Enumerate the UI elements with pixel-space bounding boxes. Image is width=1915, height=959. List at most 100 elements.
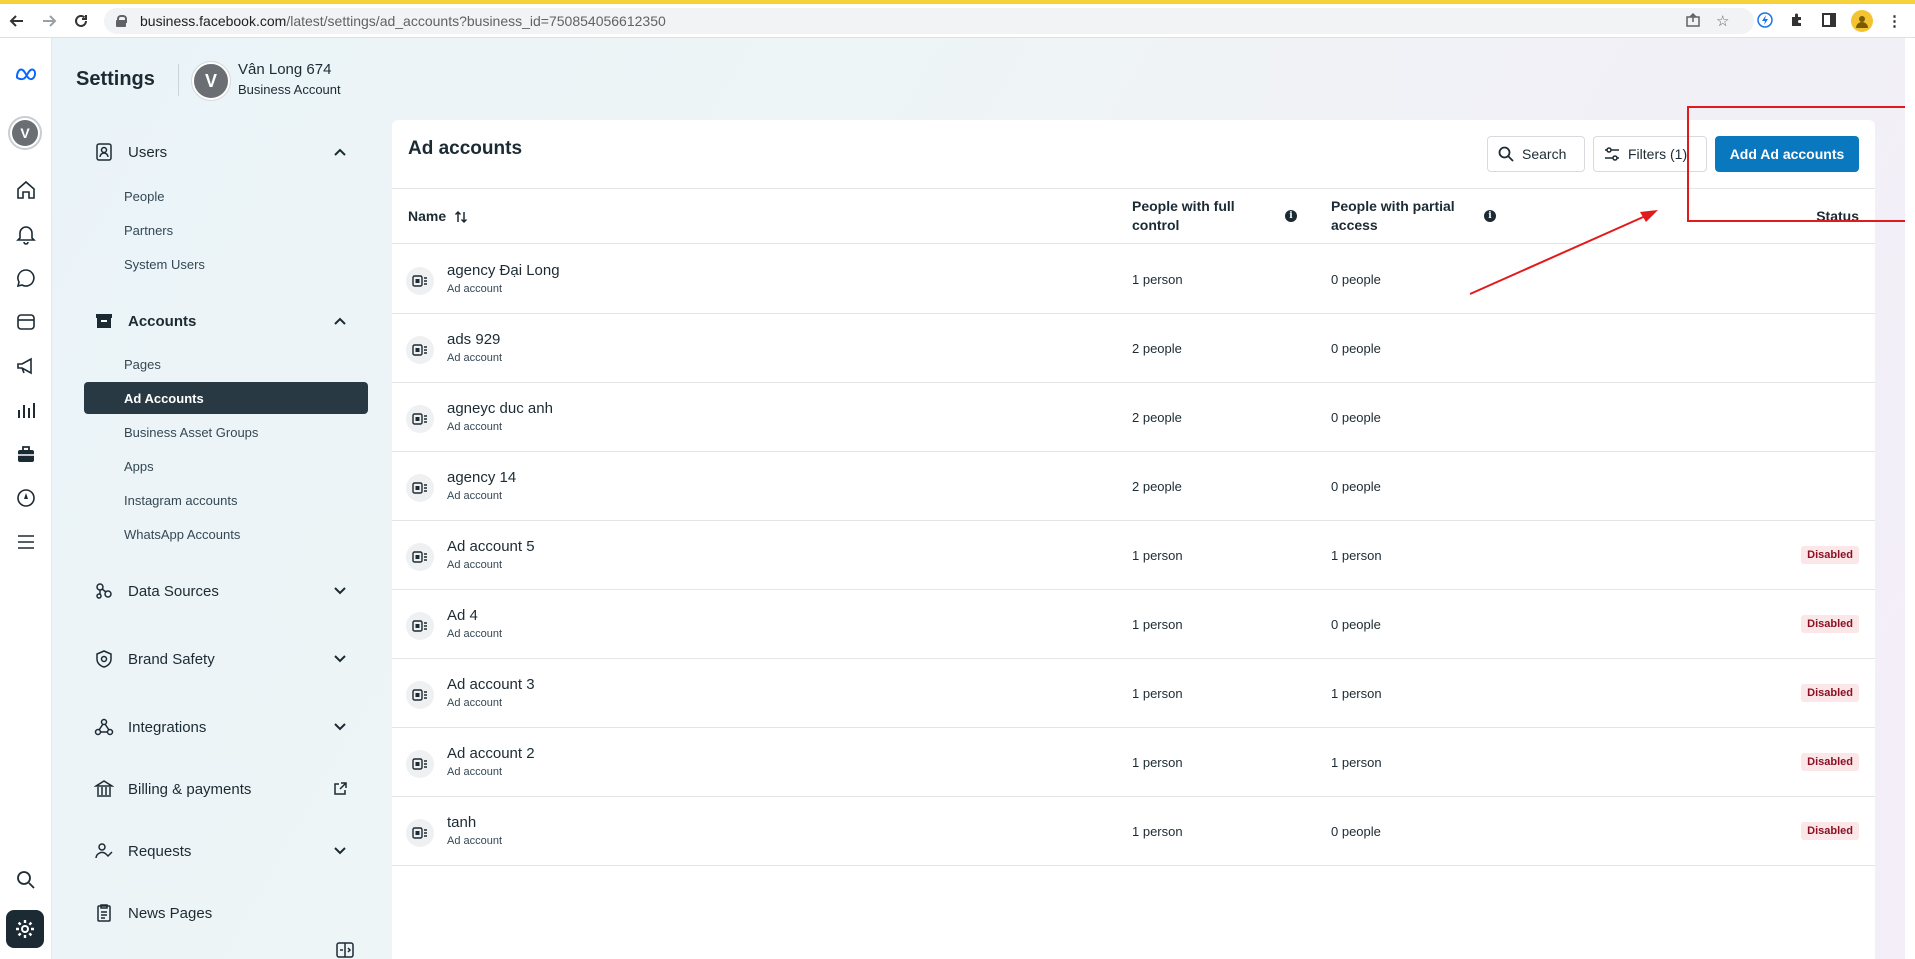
profile-avatar-icon[interactable] <box>1851 10 1873 32</box>
info-icon[interactable]: i <box>1484 210 1496 222</box>
person-check-icon <box>92 839 116 863</box>
sidebar-item-partners[interactable]: Partners <box>124 220 173 240</box>
settings-gear-button[interactable] <box>6 910 44 948</box>
sidebar-section-label: Brand Safety <box>128 650 215 668</box>
share-icon[interactable] <box>1685 12 1701 28</box>
ad-account-icon <box>406 750 434 778</box>
partial-access-count: 0 people <box>1331 479 1381 494</box>
sidebar-section-billing[interactable]: Billing & payments <box>84 771 368 807</box>
compass-icon[interactable] <box>10 482 42 514</box>
account-type: Ad account <box>447 283 503 295</box>
forward-arrow-icon[interactable] <box>34 6 64 36</box>
status-badge: Disabled <box>1801 753 1859 771</box>
gear-icon <box>16 920 34 938</box>
sidebar-section-data-sources[interactable]: Data Sources <box>84 573 368 609</box>
sidebar-section-brand-safety[interactable]: Brand Safety <box>84 641 368 677</box>
business-name[interactable]: Vân Long 674 <box>238 61 331 78</box>
search-icon <box>1498 146 1514 162</box>
search-button[interactable]: Search <box>1487 136 1585 172</box>
home-icon[interactable] <box>10 174 42 206</box>
account-name[interactable]: tanh <box>447 814 476 831</box>
puzzle-icon[interactable] <box>1789 12 1805 28</box>
info-icon[interactable]: i <box>1285 210 1297 222</box>
table-row[interactable]: tanh Ad account 1 person 0 people Disabled <box>392 797 1875 866</box>
sidebar-item-ad-accounts[interactable]: Ad Accounts <box>84 382 368 414</box>
highlight-box <box>1687 106 1912 222</box>
table-row[interactable]: agency Đại Long Ad account 1 person 0 peopl… <box>392 245 1875 314</box>
sidebar-section-label: Accounts <box>128 312 197 330</box>
sidebar-item-pages[interactable]: Pages <box>124 354 161 374</box>
sidebar-item-people[interactable]: People <box>124 186 164 206</box>
sidebar-section-news-pages[interactable]: News Pages <box>84 895 368 931</box>
business-avatar[interactable]: V <box>8 116 42 150</box>
kebab-menu-icon[interactable]: ⋮ <box>1887 12 1902 30</box>
account-name[interactable]: Ad account 3 <box>447 676 535 693</box>
table-row[interactable]: Ad account 2 Ad account 1 person 1 person Di… <box>392 728 1875 797</box>
address-bar[interactable]: business.facebook.com/latest/settings/ad… <box>104 8 1754 34</box>
table-row[interactable]: Ad account 5 Ad account 1 person 1 person Di… <box>392 521 1875 590</box>
sidebar-item-business-asset-groups[interactable]: Business Asset Groups <box>124 422 258 442</box>
briefcase-icon[interactable] <box>10 438 42 470</box>
sidebar-section-users[interactable]: Users <box>84 134 368 170</box>
sidebar-item-whatsapp-accounts[interactable]: WhatsApp Accounts <box>124 524 240 544</box>
table-row[interactable]: agneyc duc anh Ad account 2 people 0 people <box>392 383 1875 452</box>
sidebar-section-requests[interactable]: Requests <box>84 833 368 869</box>
full-control-count: 1 person <box>1132 617 1183 632</box>
sidebar-item-system-users[interactable]: System Users <box>124 254 205 274</box>
partial-access-count: 0 people <box>1331 824 1381 839</box>
full-control-count: 1 person <box>1132 824 1183 839</box>
partial-access-count: 1 person <box>1331 548 1382 563</box>
bell-icon[interactable] <box>10 218 42 250</box>
menu-icon[interactable] <box>10 526 42 558</box>
ad-account-icon <box>406 612 434 640</box>
table-row[interactable]: Ad 4 Ad account 1 person 0 people Disabled <box>392 590 1875 659</box>
account-type: Ad account <box>447 352 503 364</box>
avatar[interactable]: V <box>192 62 230 100</box>
meta-logo-icon[interactable] <box>6 58 46 90</box>
collapse-sidebar-icon[interactable] <box>336 941 354 959</box>
archive-box-icon <box>92 309 116 333</box>
ad-account-icon <box>406 336 434 364</box>
chevron-up-icon <box>330 142 350 162</box>
search-icon[interactable] <box>10 864 42 896</box>
account-name[interactable]: agency 14 <box>447 469 516 486</box>
table-row[interactable]: Ad account 3 Ad account 1 person 1 person Di… <box>392 659 1875 728</box>
megaphone-icon[interactable] <box>10 350 42 382</box>
table-row[interactable]: agency 14 Ad account 2 people 0 people <box>392 452 1875 521</box>
account-name[interactable]: agency Đại Long <box>447 262 560 279</box>
sort-icon <box>455 210 468 223</box>
sidepanel-icon[interactable] <box>1821 12 1837 28</box>
bar-chart-icon[interactable] <box>10 394 42 426</box>
full-control-count: 2 people <box>1132 341 1182 356</box>
account-type: Ad account <box>447 490 503 502</box>
account-type: Ad account <box>447 697 503 709</box>
full-control-count: 1 person <box>1132 686 1183 701</box>
scrollbar[interactable] <box>1905 38 1915 959</box>
partial-access-count: 0 people <box>1331 272 1381 287</box>
star-icon[interactable]: ☆ <box>1716 12 1729 30</box>
account-name[interactable]: Ad account 2 <box>447 745 535 762</box>
account-type: Ad account <box>447 628 503 640</box>
account-name[interactable]: agneyc duc anh <box>447 400 553 417</box>
reload-icon[interactable] <box>66 6 96 36</box>
table-row[interactable]: ads 929 Ad account 2 people 0 people <box>392 314 1875 383</box>
ad-account-icon <box>406 681 434 709</box>
sidebar-item-apps[interactable]: Apps <box>124 456 154 476</box>
back-arrow-icon[interactable] <box>2 6 32 36</box>
partial-access-count: 0 people <box>1331 341 1381 356</box>
ad-account-icon <box>406 267 434 295</box>
sidebar-item-instagram-accounts[interactable]: Instagram accounts <box>124 490 237 510</box>
lock-icon <box>116 15 127 27</box>
account-type: Ad account <box>447 559 503 571</box>
account-name[interactable]: Ad 4 <box>447 607 478 624</box>
sidebar-section-label: Requests <box>128 842 192 860</box>
ad-account-icon <box>406 543 434 571</box>
extension-bolt-icon[interactable] <box>1757 12 1773 28</box>
layers-icon[interactable] <box>10 306 42 338</box>
account-name[interactable]: ads 929 <box>447 331 500 348</box>
account-name[interactable]: Ad account 5 <box>447 538 535 555</box>
column-header-name[interactable]: Name <box>408 207 468 226</box>
sidebar-section-accounts[interactable]: Accounts <box>84 303 368 339</box>
sidebar-section-integrations[interactable]: Integrations <box>84 709 368 745</box>
chat-icon[interactable] <box>10 262 42 294</box>
